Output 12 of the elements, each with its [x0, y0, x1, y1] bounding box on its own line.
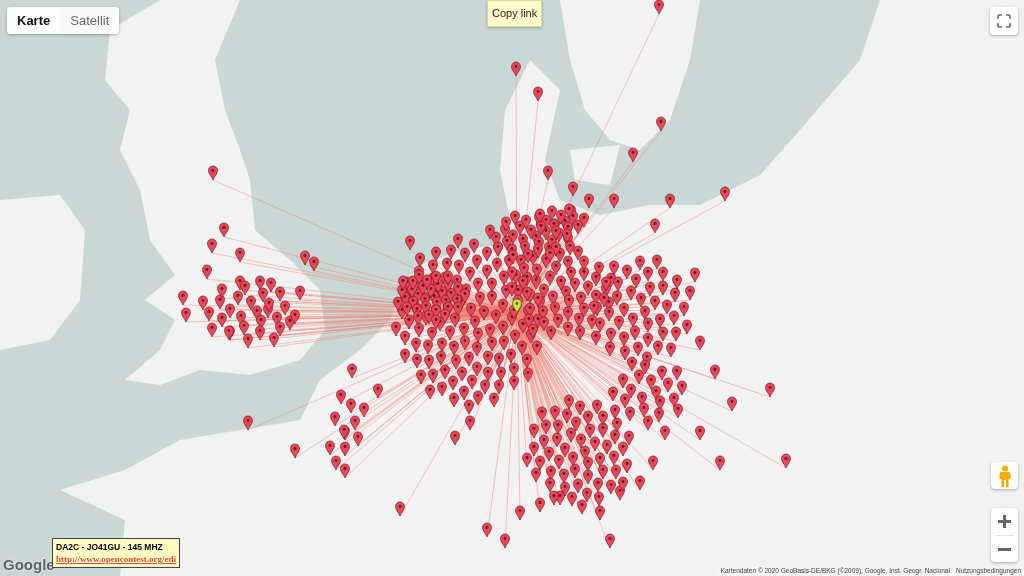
fullscreen-button[interactable] [990, 7, 1018, 35]
map-type-tab[interactable]: Satellit [60, 7, 120, 34]
info-box-title: DA2C - JO41GU - 145 MHZ [56, 542, 164, 553]
map-type-tab[interactable]: Karte [7, 7, 61, 34]
copy-link-tooltip[interactable]: Copy link [487, 0, 543, 27]
home-pin-icon [512, 298, 522, 314]
fullscreen-icon [996, 13, 1012, 29]
person-icon [998, 464, 1011, 487]
info-box-link[interactable]: http://www.opencontest.org/edi [56, 553, 176, 565]
minus-icon [998, 547, 1011, 551]
google-logo: Google [3, 556, 55, 574]
plus-icon [998, 515, 1011, 528]
